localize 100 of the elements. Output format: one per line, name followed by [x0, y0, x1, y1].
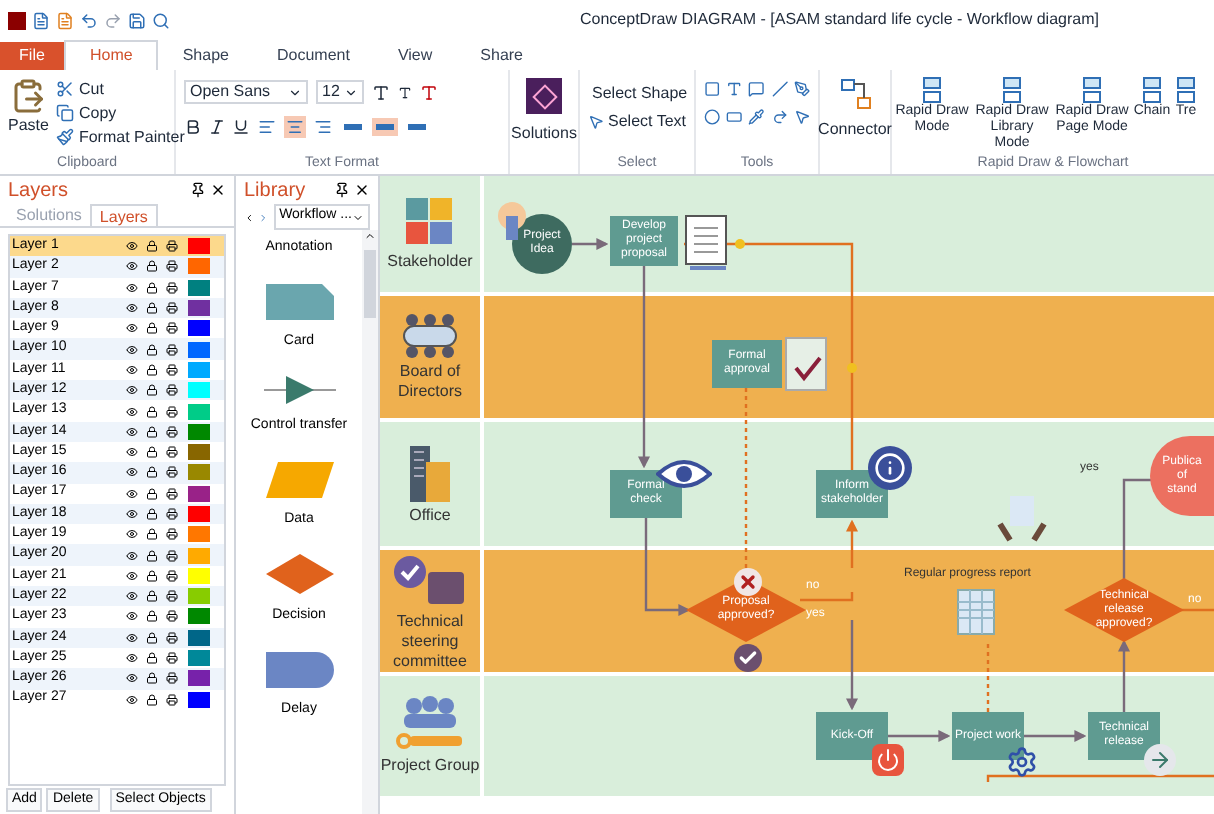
layer-color-swatch[interactable]	[188, 382, 210, 399]
visible-icon[interactable]	[126, 672, 138, 685]
search-icon[interactable]	[152, 11, 170, 29]
visible-icon[interactable]	[126, 446, 138, 459]
layer-color-swatch[interactable]	[188, 300, 210, 317]
visible-icon[interactable]	[126, 590, 138, 603]
lock-icon[interactable]	[146, 260, 158, 273]
scrollbar-thumb[interactable]	[364, 250, 376, 318]
print-icon[interactable]	[166, 693, 178, 706]
lock-icon[interactable]	[146, 446, 158, 459]
lock-icon[interactable]	[146, 466, 158, 479]
visible-icon[interactable]	[126, 425, 138, 438]
print-icon[interactable]	[166, 487, 178, 500]
layer-color-swatch[interactable]	[188, 423, 210, 440]
print-icon[interactable]	[166, 343, 178, 356]
visible-icon[interactable]	[126, 693, 138, 706]
back-icon[interactable]	[244, 209, 255, 225]
lock-icon[interactable]	[146, 610, 158, 623]
font-color-icon[interactable]	[420, 83, 438, 101]
clipboard-button[interactable]: Cut	[56, 78, 185, 100]
align-button[interactable]	[256, 116, 278, 138]
layer-color-swatch[interactable]	[188, 547, 210, 564]
menu-tab[interactable]: View	[373, 42, 457, 70]
lock-icon[interactable]	[146, 672, 158, 685]
open-icon[interactable]	[56, 11, 74, 29]
undo-icon[interactable]	[80, 11, 98, 29]
line-tool-icon[interactable]	[771, 80, 788, 98]
print-icon[interactable]	[166, 672, 178, 685]
lock-icon[interactable]	[146, 590, 158, 603]
layer-color-swatch[interactable]	[188, 608, 210, 625]
layer-color-swatch[interactable]	[188, 258, 210, 275]
layer-color-swatch[interactable]	[188, 526, 210, 543]
layer-color-swatch[interactable]	[188, 691, 210, 708]
grow-font-icon[interactable]	[372, 83, 390, 101]
text-tool-icon[interactable]	[726, 80, 743, 98]
pipette-icon[interactable]	[748, 108, 766, 126]
arc-tool-icon[interactable]	[771, 108, 788, 126]
layer-color-swatch[interactable]	[188, 588, 210, 605]
menu-tab[interactable]: Home	[64, 40, 159, 70]
print-icon[interactable]	[166, 508, 178, 520]
layer-color-swatch[interactable]	[188, 341, 210, 358]
callout-tool-icon[interactable]	[748, 80, 766, 98]
lock-icon[interactable]	[146, 569, 158, 582]
print-icon[interactable]	[166, 590, 178, 603]
visible-icon[interactable]	[126, 631, 138, 644]
solutions-button[interactable]: Solutions	[510, 70, 580, 174]
select-button[interactable]: Select Shape	[588, 80, 686, 108]
layer-color-swatch[interactable]	[188, 650, 210, 667]
print-icon[interactable]	[166, 569, 178, 582]
clipboard-button[interactable]: Format Painter	[56, 126, 185, 148]
layer-color-swatch[interactable]	[188, 320, 210, 337]
underline-icon[interactable]	[232, 118, 250, 136]
layer-color-swatch[interactable]	[188, 238, 210, 255]
lock-icon[interactable]	[146, 302, 158, 315]
new-icon[interactable]	[32, 11, 50, 29]
visible-icon[interactable]	[126, 343, 138, 356]
print-icon[interactable]	[166, 405, 178, 418]
visible-icon[interactable]	[126, 322, 138, 335]
menu-tab[interactable]: Shape	[158, 42, 253, 70]
menu-tab[interactable]: Share	[456, 42, 548, 70]
textbox-tool-icon[interactable]	[726, 108, 743, 126]
align-button[interactable]	[312, 116, 334, 138]
redo-icon[interactable]	[104, 11, 122, 29]
print-icon[interactable]	[166, 610, 178, 623]
align-button[interactable]	[284, 116, 306, 138]
lock-icon[interactable]	[146, 487, 158, 500]
visible-icon[interactable]	[126, 260, 138, 273]
lock-icon[interactable]	[146, 343, 158, 356]
scroll-up-icon[interactable]	[364, 230, 376, 242]
size-field[interactable]: 12	[316, 80, 364, 104]
layer-color-swatch[interactable]	[188, 485, 210, 502]
lock-icon[interactable]	[146, 528, 158, 541]
visible-icon[interactable]	[126, 240, 138, 253]
visible-icon[interactable]	[126, 405, 138, 418]
close-icon[interactable]	[210, 182, 226, 198]
layer-color-swatch[interactable]	[188, 629, 210, 646]
lock-icon[interactable]	[146, 425, 158, 438]
panel-tab[interactable]: Layers	[89, 204, 158, 226]
layer-color-swatch[interactable]	[188, 444, 210, 461]
visible-icon[interactable]	[126, 487, 138, 500]
font-field[interactable]: Open Sans	[184, 80, 308, 104]
visible-icon[interactable]	[126, 466, 138, 479]
pin-icon[interactable]	[190, 182, 206, 198]
print-icon[interactable]	[166, 384, 178, 397]
pen-tool-icon[interactable]	[793, 80, 811, 98]
visible-icon[interactable]	[126, 281, 138, 294]
layer-color-swatch[interactable]	[188, 464, 210, 481]
pointer-icon[interactable]	[793, 108, 811, 126]
print-icon[interactable]	[166, 549, 178, 562]
menu-tab[interactable]: Document	[252, 42, 374, 70]
ellipse-tool-icon[interactable]	[704, 108, 721, 126]
bold-icon[interactable]	[184, 118, 202, 136]
layer-color-swatch[interactable]	[188, 279, 210, 296]
visible-icon[interactable]	[126, 302, 138, 315]
print-icon[interactable]	[166, 260, 178, 273]
clipboard-button[interactable]: Copy	[56, 102, 185, 124]
lock-icon[interactable]	[146, 693, 158, 706]
visible-icon[interactable]	[126, 652, 138, 665]
lock-icon[interactable]	[146, 240, 158, 253]
lock-icon[interactable]	[146, 281, 158, 294]
